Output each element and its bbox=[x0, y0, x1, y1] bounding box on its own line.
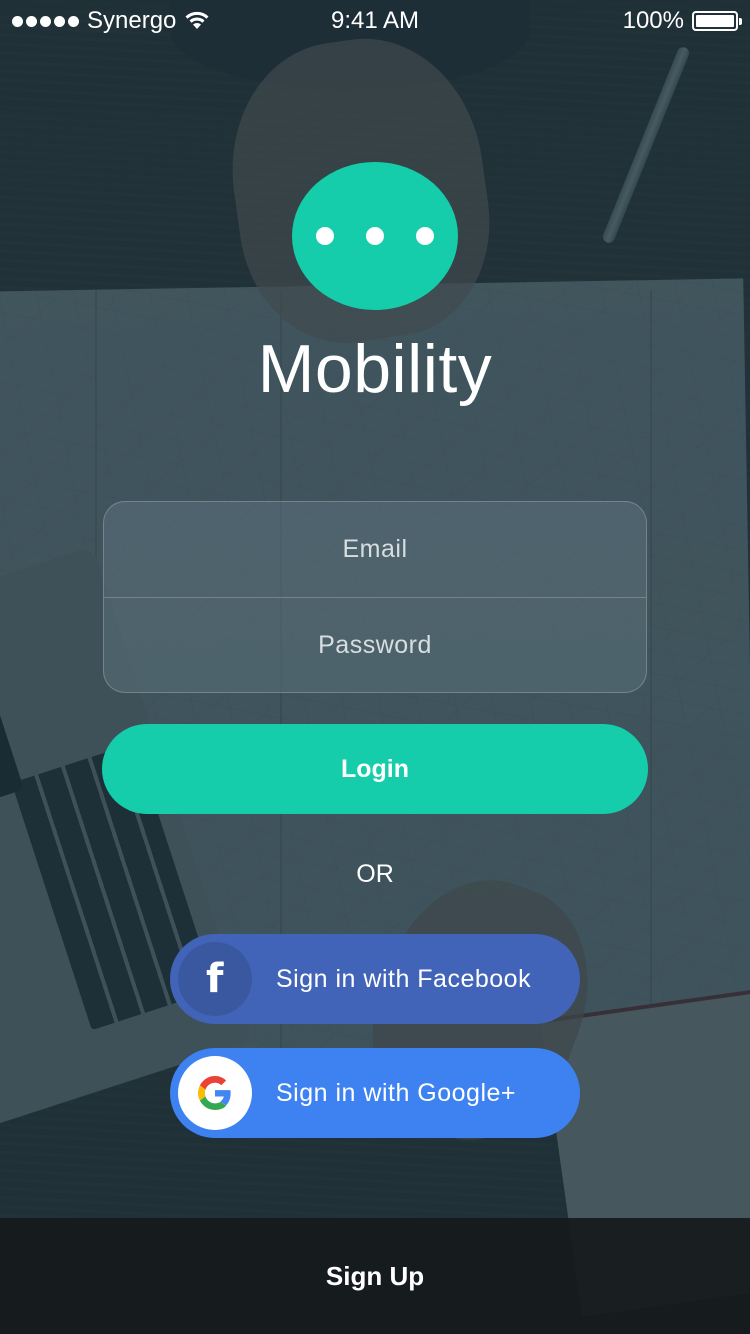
app-title: Mobility bbox=[257, 331, 493, 407]
wifi-icon bbox=[185, 11, 209, 29]
chat-bubble-logo-icon bbox=[292, 162, 458, 310]
google-signin-label: Sign in with Google+ bbox=[276, 1078, 517, 1107]
status-bar: Synergo 9:41 AM 100% bbox=[0, 0, 750, 42]
signal-strength-icon bbox=[12, 15, 79, 27]
battery-percentage: 100% bbox=[622, 7, 684, 34]
google-icon bbox=[178, 1056, 252, 1130]
facebook-signin-label: Sign in with Facebook bbox=[276, 964, 532, 993]
facebook-signin-button[interactable]: f Sign in with Facebook bbox=[170, 934, 580, 1024]
carrier-name: Synergo bbox=[87, 7, 177, 34]
or-divider-text: OR bbox=[356, 860, 394, 888]
status-right: 100% bbox=[478, 7, 742, 35]
signup-button[interactable]: Sign Up bbox=[0, 1218, 750, 1334]
facebook-icon: f bbox=[178, 942, 252, 1016]
login-button[interactable]: Login bbox=[102, 724, 648, 814]
battery-icon bbox=[692, 11, 742, 31]
google-signin-button[interactable]: Sign in with Google+ bbox=[170, 1048, 580, 1138]
password-field[interactable] bbox=[104, 598, 646, 692]
login-form bbox=[103, 501, 647, 693]
battery-fill bbox=[696, 15, 734, 27]
signup-label: Sign Up bbox=[325, 1260, 425, 1291]
status-left: Synergo bbox=[12, 7, 272, 35]
email-field[interactable] bbox=[104, 502, 646, 597]
